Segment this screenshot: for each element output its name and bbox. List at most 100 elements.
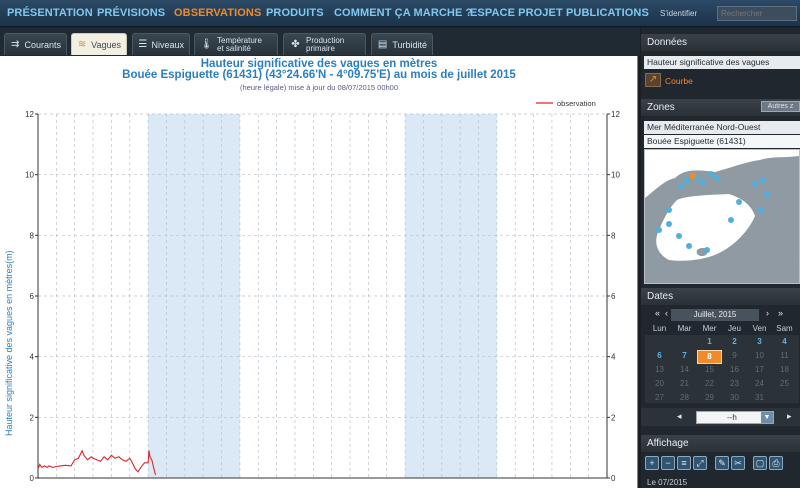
fit-icon[interactable]: ⤢ [693, 456, 707, 470]
calendar-day: 15 [705, 365, 714, 374]
affichage-header: Affichage [641, 435, 800, 452]
plankton-icon: ✤ [291, 39, 300, 50]
nav-produits[interactable]: PRODUITS [266, 7, 324, 19]
nav-observations[interactable]: OBSERVATIONS [174, 7, 261, 19]
donnees-value: Hauteur significative des vagues [647, 57, 770, 67]
nav-comment-ca-marche[interactable]: COMMENT ÇA MARCHE ? [334, 7, 472, 19]
calendar-month[interactable]: Juillet, 2015 [671, 309, 759, 321]
calendar-prev-month[interactable]: ‹ [665, 308, 668, 322]
calendar-day: 13 [655, 365, 664, 374]
calendar-week: 1 2 3 4 [647, 336, 797, 350]
chart-panel: Hauteur significative des vagues en mètr… [0, 56, 638, 488]
calendar-day: 27 [655, 393, 664, 402]
y-axis-label: Hauteur significative des vagues en mètr… [4, 250, 14, 436]
hour-select[interactable]: --h ▼ [696, 411, 774, 424]
selected-buoy-marker[interactable] [689, 172, 697, 180]
calendar-day: 31 [755, 393, 764, 402]
tab-courants-label: Courants [24, 39, 61, 50]
autres-zones-button[interactable]: Autres z [761, 101, 800, 112]
calendar-weekdays: Lun Mar Mer Jeu Ven Sam [647, 324, 797, 336]
tab-turbidite-label: Turbidité [392, 39, 427, 50]
series-line-observation [37, 449, 157, 476]
calendar: Lun Mar Mer Jeu Ven Sam 1 2 3 4 6 7 8 9 … [647, 324, 797, 406]
affichage-title: Affichage [647, 438, 689, 449]
calendar-day[interactable]: 7 [672, 350, 697, 364]
nav-espace-projet[interactable]: ESPACE PROJET [470, 7, 563, 19]
calendar-day: 10 [755, 351, 764, 360]
calendar-day [672, 336, 697, 350]
nav-publications[interactable]: PUBLICATIONS [566, 7, 649, 19]
legend-label: observation [557, 99, 596, 108]
tab-production-primaire[interactable]: ✤ Production primaire [283, 33, 366, 55]
donnees-selection[interactable]: Hauteur significative des vagues [644, 56, 800, 69]
calendar-day: 9 [732, 351, 737, 360]
calendar-week: 13 14 15 16 17 18 [647, 364, 797, 378]
calendar-day: 25 [780, 379, 789, 388]
calendar-week: 27 28 29 30 31 [647, 392, 797, 406]
zone-value: Mer Méditerranée Nord-Ouest [647, 122, 761, 132]
dates-title: Dates [647, 291, 674, 302]
time-selector: ◂ --h ▼ ▸ [641, 408, 800, 426]
tab-turbidite[interactable]: ▤ Turbidité [371, 33, 433, 55]
display-toolbar: + − ≡ ⤢ ✎ ✂ ▢ ⎙ [645, 456, 799, 472]
calendar-day[interactable]: 1 [697, 336, 722, 350]
time-next[interactable]: ▸ [787, 411, 792, 425]
y-tick-label-left: 0 [30, 474, 35, 483]
curve-chart-icon[interactable]: ↗ [645, 73, 661, 87]
calendar-day-selected[interactable]: 8 [697, 350, 722, 364]
y-tick-label-right: 12 [611, 110, 620, 119]
calendar-day[interactable]: 4 [772, 336, 797, 350]
nav-previsions[interactable]: PRÉVISIONS [97, 7, 165, 19]
affichage-date: Le 07/2015 [647, 478, 688, 487]
y-tick-label-left: 2 [30, 413, 35, 422]
calendar-day[interactable]: 6 [647, 350, 672, 364]
tab-vagues-label: Vagues [91, 39, 121, 50]
calendar-day: 24 [755, 379, 764, 388]
calendar-next-year[interactable]: » [778, 308, 783, 322]
calendar-next-month[interactable]: › [766, 308, 769, 322]
calendar-day: 16 [730, 365, 739, 374]
time-prev[interactable]: ◂ [677, 411, 682, 425]
y-tick-label-right: 0 [611, 474, 616, 483]
top-navigation: PRÉSENTATION PRÉVISIONS OBSERVATIONS PRO… [0, 0, 800, 27]
tab-niveaux[interactable]: ☰ Niveaux [132, 33, 190, 55]
thermometer-icon: 🌡︎ [200, 39, 213, 50]
weekday-label: Sam [776, 324, 793, 333]
bouee-value: Bouée Espiguette (61431) [647, 136, 746, 146]
hour-value: --h [727, 413, 737, 422]
waves-icon: ≋ [77, 39, 87, 50]
calendar-day: 17 [755, 365, 764, 374]
nav-presentation[interactable]: PRÉSENTATION [7, 7, 93, 19]
calendar-week: 6 7 8 9 10 11 [647, 350, 797, 364]
courbe-option[interactable]: Courbe [665, 76, 693, 86]
calendar-day[interactable]: 2 [722, 336, 747, 350]
calendar-day[interactable]: 3 [747, 336, 772, 350]
turbidity-icon: ▤ [377, 39, 388, 50]
tab-temperature[interactable]: 🌡︎ Température et salinité [194, 33, 278, 55]
tab-niveaux-label: Niveaux [151, 39, 184, 50]
calendar-day: 20 [655, 379, 664, 388]
calendar-prev-year[interactable]: « [655, 308, 660, 322]
y-tick-label-left: 8 [30, 231, 35, 240]
bouee-selection[interactable]: Bouée Espiguette (61431) [644, 135, 800, 148]
export-icon[interactable]: ▢ [753, 456, 767, 470]
search-input[interactable] [717, 6, 797, 21]
y-tick-label-right: 4 [611, 353, 616, 362]
tool-b-icon[interactable]: ✂ [731, 456, 745, 470]
zoom-in-icon[interactable]: + [645, 456, 659, 470]
donnees-title: Données [647, 37, 688, 48]
zoom-out-icon[interactable]: − [661, 456, 675, 470]
zone-selection[interactable]: Mer Méditerranée Nord-Ouest [644, 121, 800, 134]
data-type-tabs: ⇉ Courants ≋ Vagues ☰ Niveaux 🌡︎ Tempéra… [0, 28, 640, 56]
weekday-label: Jeu [728, 324, 741, 333]
zone-map[interactable] [644, 149, 800, 284]
tab-courants[interactable]: ⇉ Courants [4, 33, 67, 55]
zones-header: Zones Autres z [641, 99, 800, 116]
weekday-label: Mer [702, 324, 717, 333]
tab-vagues[interactable]: ≋ Vagues [71, 33, 127, 55]
tool-a-icon[interactable]: ✎ [715, 456, 729, 470]
chevron-down-icon[interactable]: ▼ [761, 412, 773, 423]
layers-icon[interactable]: ≡ [677, 456, 691, 470]
print-icon[interactable]: ⎙ [769, 456, 783, 470]
login-link[interactable]: S'identifier [660, 9, 697, 18]
